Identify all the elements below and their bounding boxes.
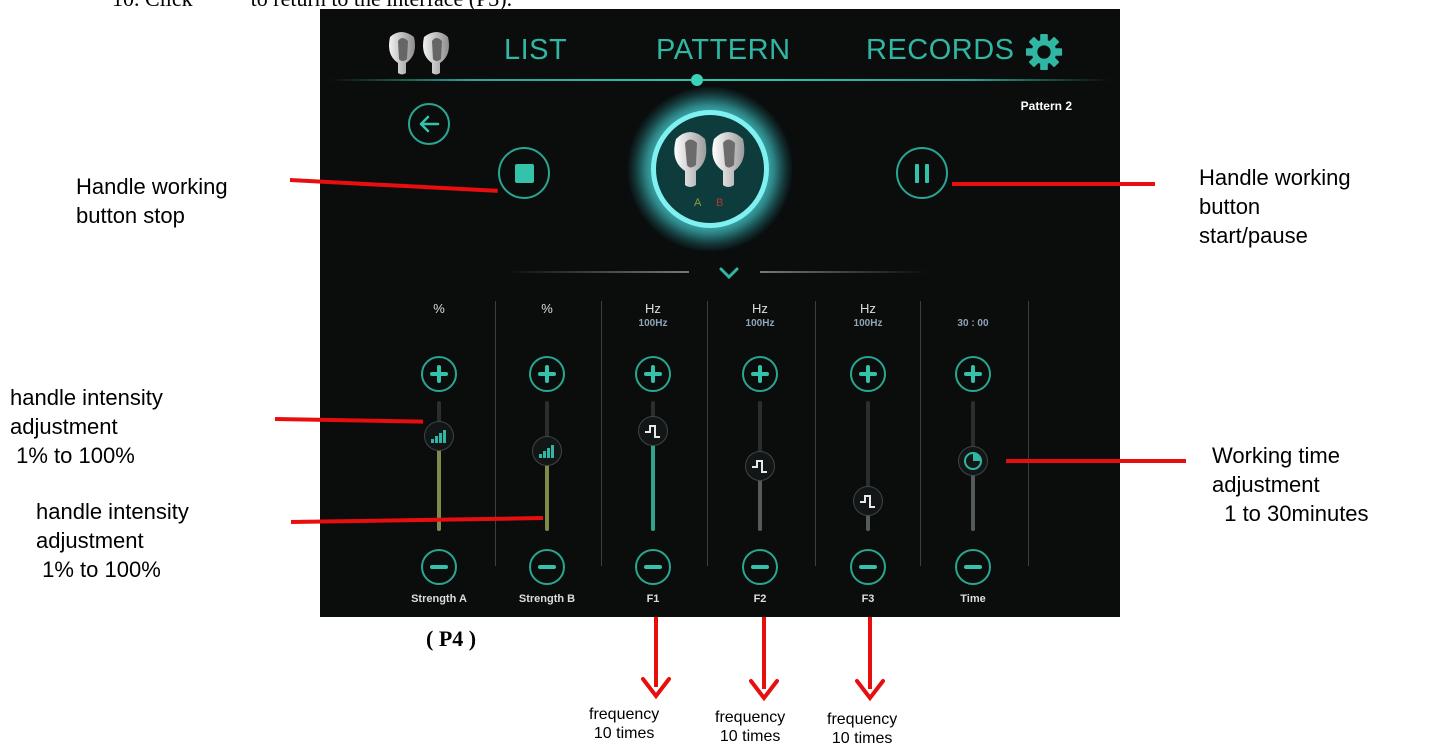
pause-icon-bar — [925, 164, 929, 183]
unit-label: % — [433, 301, 445, 316]
divider-left — [505, 271, 689, 273]
tab-list[interactable]: LIST — [504, 34, 567, 67]
current-value: 100Hz — [638, 318, 668, 329]
decrease-button[interactable] — [955, 549, 991, 585]
increase-button[interactable] — [850, 356, 886, 392]
pause-button[interactable] — [896, 147, 948, 199]
current-value: 100Hz — [745, 318, 775, 329]
column-label: Strength B — [518, 593, 576, 605]
annotation-time: Working time adjustment 1 to 30minutes — [1212, 443, 1369, 526]
nav-underline — [330, 79, 1110, 81]
pause-icon — [915, 164, 919, 183]
column-label: Strength A — [411, 593, 467, 605]
handle-b-label: B — [716, 197, 724, 209]
control-column-f2: Hz 100Hz F2 — [708, 301, 812, 611]
back-button[interactable] — [408, 103, 450, 145]
current-value: 100Hz — [853, 318, 883, 329]
column-label: F3 — [861, 593, 875, 605]
column-label: Time — [960, 593, 986, 605]
arrow-left-icon — [419, 115, 440, 133]
nav-active-indicator — [691, 74, 703, 86]
pointer-line-time — [1006, 459, 1186, 463]
annotation-stop: Handle working button stop — [76, 174, 228, 228]
annotation-freq1: frequency 10 times — [589, 706, 660, 742]
handles-icon — [674, 132, 745, 187]
stop-button[interactable] — [498, 147, 550, 199]
control-column-f3: Hz 100Hz F3 — [816, 301, 920, 611]
timer-icon[interactable] — [958, 446, 988, 476]
handle-a-label: A — [694, 197, 702, 209]
annotation-intensity-a: handle intensity adjustment 1% to 100% — [10, 385, 163, 468]
device-screen: LIST PATTERN RECORDS Pattern 2 A B % Str… — [320, 9, 1120, 617]
column-label: F1 — [646, 593, 660, 605]
decrease-button[interactable] — [742, 549, 778, 585]
unit-label: % — [541, 301, 553, 316]
increase-button[interactable] — [742, 356, 778, 392]
tab-pattern[interactable]: PATTERN — [656, 34, 791, 67]
increase-button[interactable] — [421, 356, 457, 392]
decrease-button[interactable] — [850, 549, 886, 585]
control-column-strength-b: % Strength B — [495, 301, 599, 611]
square-wave-icon[interactable] — [745, 451, 775, 481]
gear-icon[interactable] — [1025, 33, 1063, 71]
pointer-line-start-pause — [952, 182, 1155, 186]
stop-icon — [515, 164, 534, 183]
arrow-down-icon — [641, 677, 671, 700]
caption-prefix: 10. Click — [112, 0, 193, 11]
column-separator — [1028, 301, 1029, 566]
control-column-time: 30 : 00 Time — [921, 301, 1025, 611]
annotation-freq2: frequency 10 times — [715, 709, 786, 745]
unit-label: Hz — [645, 301, 661, 316]
signal-bars-icon[interactable] — [532, 436, 562, 466]
signal-bars-icon[interactable] — [424, 421, 454, 451]
chevron-down-icon[interactable] — [716, 263, 742, 283]
handle-status-indicator[interactable]: A B — [651, 110, 769, 228]
annotation-freq3: frequency 10 times — [827, 711, 898, 747]
unit-label: Hz — [860, 301, 876, 316]
divider-right — [760, 271, 928, 273]
unit-label: Hz — [752, 301, 768, 316]
column-label: F2 — [753, 593, 767, 605]
control-column-f1: Hz 100Hz F1 — [601, 301, 705, 611]
decrease-button[interactable] — [421, 549, 457, 585]
handles-logo-icon[interactable] — [386, 29, 456, 79]
top-navigation: LIST PATTERN RECORDS — [320, 9, 1120, 86]
square-wave-icon[interactable] — [638, 416, 668, 446]
tab-records[interactable]: RECORDS — [866, 34, 1015, 67]
annotation-start-pause: Handle working button start/pause — [1199, 165, 1351, 248]
decrease-button[interactable] — [635, 549, 671, 585]
annotation-intensity-b: handle intensity adjustment 1% to 100% — [36, 499, 189, 582]
figure-label: ( P4 ) — [426, 626, 477, 651]
increase-button[interactable] — [955, 356, 991, 392]
pattern-name: Pattern 2 — [1020, 99, 1072, 113]
increase-button[interactable] — [529, 356, 565, 392]
increase-button[interactable] — [635, 356, 671, 392]
arrow-down-icon — [855, 679, 885, 702]
square-wave-icon[interactable] — [853, 486, 883, 516]
arrow-down-icon — [749, 679, 779, 702]
decrease-button[interactable] — [529, 549, 565, 585]
control-column-strength-a: % Strength A — [387, 301, 491, 611]
current-value: 30 : 00 — [957, 318, 989, 329]
